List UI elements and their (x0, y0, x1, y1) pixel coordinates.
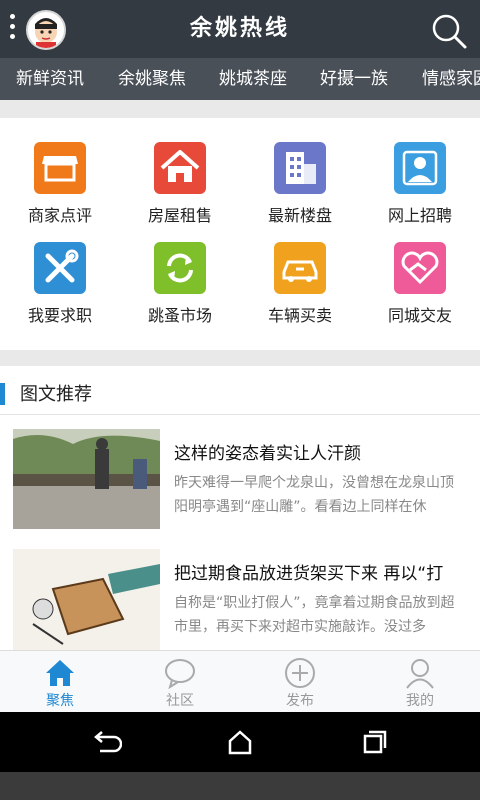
grid-label: 我要求职 (27, 306, 92, 325)
grid-item-new-property[interactable]: 最新楼盘 (240, 142, 360, 242)
plus-circle-icon (284, 657, 316, 689)
building-icon (274, 142, 326, 194)
nav-label: 社区 (166, 693, 194, 709)
user-icon (404, 657, 436, 689)
nav-publish[interactable]: 发布 (240, 651, 360, 713)
tab-focus[interactable]: 余姚聚焦 (118, 58, 186, 100)
section-header: 图文推荐 (0, 366, 480, 415)
recommend-section: 图文推荐 这样的姿态着实让人汗颜 昨天难得一早爬个龙泉山，没曾想在龙泉山顶阳明亭… (0, 366, 480, 650)
article-title: 把过期食品放进货架买下来 再以“打 (174, 564, 444, 584)
nav-mine[interactable]: 我的 (360, 651, 480, 713)
article-item[interactable]: 把过期食品放进货架买下来 再以“打 自称是“职业打假人”，竟拿着过期食品放到超市… (0, 549, 480, 659)
nav-community[interactable]: 社区 (120, 651, 240, 713)
bottom-nav: 聚焦 社区 发布 我的 (0, 650, 480, 712)
search-icon[interactable] (430, 12, 468, 50)
chat-bubble-icon (164, 657, 196, 690)
grid-label: 商家点评 (27, 206, 92, 225)
article-desc: 昨天难得一早爬个龙泉山，没曾想在龙泉山顶阳明亭遇到“座山雕”。看看边上同样在休 (174, 475, 454, 515)
grid-item-shop-review[interactable]: 商家点评 (0, 142, 120, 242)
grid-item-flea-market[interactable]: 跳蚤市场 (120, 242, 240, 342)
category-tabs: 新鲜资讯 余姚聚焦 姚城茶座 好摄一族 情感家园 (0, 58, 480, 100)
shop-icon (34, 142, 86, 194)
grid-item-house-rent[interactable]: 房屋租售 (120, 142, 240, 242)
system-nav-bar (0, 712, 480, 772)
recents-icon[interactable] (358, 727, 390, 757)
refresh-icon (154, 242, 206, 294)
tab-news[interactable]: 新鲜资讯 (16, 58, 84, 100)
article-thumbnail (13, 429, 160, 529)
tab-photography[interactable]: 好摄一族 (320, 58, 388, 100)
grid-label: 最新楼盘 (267, 206, 332, 225)
app-title: 余姚热线 (189, 16, 290, 41)
home-icon (44, 657, 76, 689)
car-icon (274, 242, 326, 294)
article-item[interactable]: 这样的姿态着实让人汗颜 昨天难得一早爬个龙泉山，没曾想在龙泉山顶阳明亭遇到“座山… (0, 429, 480, 539)
grid-label: 车辆买卖 (267, 306, 332, 325)
nav-label: 聚焦 (46, 693, 74, 709)
nav-label: 我的 (406, 693, 434, 709)
nav-focus[interactable]: 聚焦 (0, 651, 120, 713)
nav-label: 发布 (286, 693, 314, 709)
section-accent-bar (0, 383, 5, 405)
grid-label: 跳蚤市场 (147, 306, 212, 325)
person-icon (394, 142, 446, 194)
service-grid: 商家点评 房屋租售 最新楼盘 网上招聘 我要求职 跳蚤市场 车辆买卖 同城交友 (0, 118, 480, 350)
article-desc: 自称是“职业打假人”，竟拿着过期食品放到超市里，再买下来对超市实施敲诈。没过多 (174, 595, 455, 635)
back-icon[interactable] (90, 727, 123, 757)
top-bar: 余姚热线 (0, 0, 480, 58)
house-icon (154, 142, 206, 194)
grid-label: 房屋租售 (147, 206, 212, 225)
section-title: 图文推荐 (20, 384, 92, 405)
handshake-icon (394, 242, 446, 294)
grid-item-local-dating[interactable]: 同城交友 (360, 242, 480, 342)
bottom-strip (0, 772, 480, 800)
article-thumbnail (13, 549, 160, 650)
article-title: 这样的姿态着实让人汗颜 (174, 444, 361, 464)
grid-item-car-trade[interactable]: 车辆买卖 (240, 242, 360, 342)
home-button-icon[interactable] (224, 727, 256, 757)
grid-label: 网上招聘 (387, 206, 452, 225)
tools-icon (34, 242, 86, 294)
tab-teahouse[interactable]: 姚城茶座 (219, 58, 287, 100)
grid-item-online-recruit[interactable]: 网上招聘 (360, 142, 480, 242)
tab-emotion[interactable]: 情感家园 (422, 58, 480, 100)
grid-label: 同城交友 (387, 306, 452, 325)
grid-item-job-seek[interactable]: 我要求职 (0, 242, 120, 342)
